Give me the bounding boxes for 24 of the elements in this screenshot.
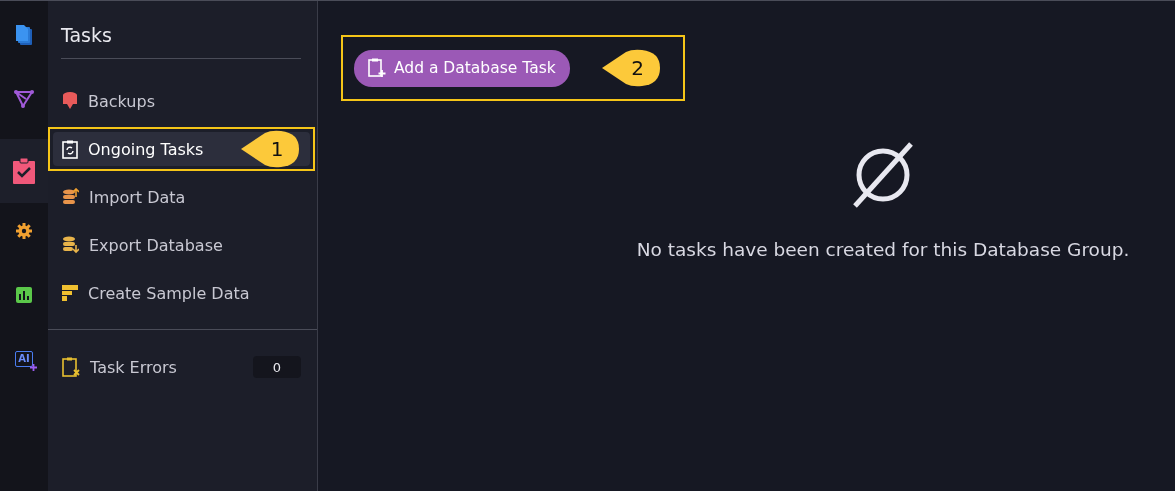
database-icon xyxy=(62,92,78,110)
sidebar-item[interactable]: Ongoing Tasks 1 xyxy=(48,127,315,171)
sidebar-title: Tasks xyxy=(61,24,301,59)
empty-set-icon xyxy=(851,141,915,209)
clipboard-icon xyxy=(62,139,78,159)
bar-chart-icon[interactable] xyxy=(16,286,32,303)
empty-message: No tasks have been created for this Database Group. xyxy=(636,239,1130,260)
callout-badge: 1 xyxy=(239,130,301,168)
sidebar-item[interactable]: Backups xyxy=(48,79,315,123)
error-count: 0 xyxy=(253,356,301,378)
documents-icon[interactable] xyxy=(15,23,33,46)
sidebar-item[interactable]: Import Data xyxy=(48,175,315,219)
clipboard-add-icon xyxy=(368,58,386,78)
settings-icon[interactable] xyxy=(16,222,32,239)
sidebar-item[interactable]: Export Database xyxy=(48,223,315,267)
clipboard-check-icon[interactable] xyxy=(13,158,35,184)
graph-icon[interactable] xyxy=(14,89,34,108)
add-task-button[interactable]: Add a Database Task xyxy=(354,49,570,87)
sidebar-item[interactable]: Create Sample Data xyxy=(48,271,315,315)
clipboard-error-icon xyxy=(62,357,80,377)
blocks-icon xyxy=(62,285,78,301)
database-upload-icon xyxy=(62,188,79,206)
database-download-icon xyxy=(62,236,79,254)
task-errors-label[interactable]: Task Errors xyxy=(90,357,177,377)
